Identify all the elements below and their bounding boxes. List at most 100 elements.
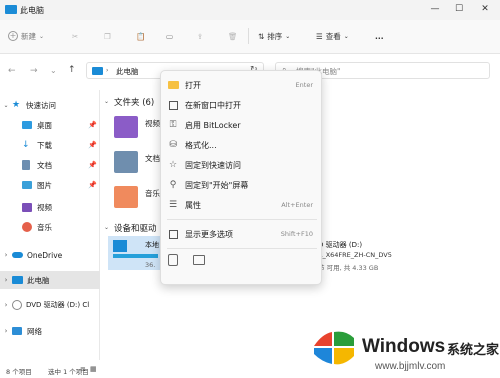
this-pc-icon	[5, 5, 17, 14]
download-icon: ↓	[22, 140, 30, 150]
expand-chevron-icon[interactable]: ›	[0, 276, 12, 284]
sidebar-item-label: 图片	[37, 180, 52, 190]
pin-icon: ⚲	[169, 180, 177, 190]
sidebar-item-label: DVD 驱动器 (D:) Cl	[26, 301, 90, 309]
maximize-icon[interactable]: ☐	[452, 3, 466, 15]
menu-item-pin-start[interactable]: ⚲ 固定到"开始"屏幕	[161, 175, 321, 195]
forward-icon[interactable]: →	[30, 66, 38, 76]
sidebar-item-network[interactable]: › 网络	[0, 322, 100, 340]
menu-item-bitlocker[interactable]: ⚿ 启用 BitLocker	[161, 115, 321, 135]
expand-chevron-icon[interactable]: ›	[0, 251, 12, 259]
sidebar-item-documents[interactable]: 文档 📌	[0, 156, 100, 174]
sidebar-item-onedrive[interactable]: › OneDrive	[0, 246, 100, 264]
tiles-view-icon[interactable]: ▦	[90, 365, 97, 373]
chevron-down-icon: ⌄	[285, 32, 291, 40]
chevron-down-icon: ⌄	[39, 32, 45, 40]
paste-icon[interactable]: 📋	[136, 30, 145, 42]
expand-chevron-icon[interactable]: ›	[0, 327, 12, 335]
devices-header[interactable]: 设备和驱动	[114, 222, 157, 234]
sidebar-item-quick-access[interactable]: ⌄ ★ 快速访问	[0, 96, 100, 114]
copy-icon[interactable]: ❐	[104, 30, 111, 42]
sidebar-item-label: 文档	[37, 160, 52, 170]
windows-drive-icon	[113, 240, 127, 252]
share-icon[interactable]: ⇪	[197, 30, 203, 42]
section-chevron-icon[interactable]: ⌄	[104, 224, 109, 231]
menu-item-properties[interactable]: ☰ 属性 Alt+Enter	[161, 195, 321, 215]
sort-label: 排序	[267, 31, 283, 41]
star-icon: ☆	[168, 160, 178, 170]
more-options-icon	[161, 229, 185, 239]
breadcrumb[interactable]: 此电脑	[116, 66, 139, 77]
cut-icon[interactable]: ✂	[72, 30, 78, 42]
folders-header[interactable]: 文件夹 (6)	[114, 96, 154, 108]
star-icon: ★	[12, 100, 21, 110]
new-button[interactable]: + 新建 ⌄	[8, 30, 44, 42]
watermark-brand: Windows	[362, 336, 446, 357]
menu-item-pin-quick-access[interactable]: ☆ 固定到快速访问	[161, 155, 321, 175]
properties-icon: ☰	[168, 200, 178, 210]
folder-open-icon	[161, 81, 185, 89]
details-view-icon[interactable]: ≡	[80, 365, 86, 373]
delete-icon[interactable]: 🗑	[228, 30, 238, 42]
folder-name[interactable]: 文档	[145, 153, 160, 164]
sort-icon: ⇅	[258, 31, 265, 41]
drive-d-free: 节 可用, 共 4.33 GB	[318, 264, 379, 272]
view-button[interactable]: ☰ 查看 ⌄	[316, 30, 349, 42]
copy-icon[interactable]	[168, 254, 178, 266]
sidebar-item-downloads[interactable]: ↓ 下载 📌	[0, 136, 100, 154]
menu-item-open-new-window[interactable]: 在新窗口中打开	[161, 95, 321, 115]
pin-icon: 📌	[88, 161, 97, 169]
context-menu: 打开 Enter 在新窗口中打开 ⚿ 启用 BitLocker ⛁ 格式化...…	[160, 70, 322, 285]
section-chevron-icon[interactable]: ⌄	[104, 98, 109, 105]
rename-icon[interactable]: ▭	[166, 30, 173, 42]
menu-item-format[interactable]: ⛁ 格式化...	[161, 135, 321, 155]
menu-divider	[167, 248, 317, 249]
documents-folder-icon[interactable]	[114, 151, 138, 173]
bitlocker-icon: ⚿	[169, 120, 177, 130]
minimize-icon[interactable]: —	[428, 3, 442, 15]
videos-icon	[22, 202, 32, 212]
pin-icon: 📌	[88, 121, 97, 129]
drive-c-usage-bar	[113, 254, 158, 258]
sidebar-item-label: 快速访问	[26, 100, 56, 110]
menu-item-show-more-options[interactable]: 显示更多选项 Shift+F10	[161, 224, 321, 244]
drive-d-name[interactable]: D 驱动器 (D:)	[318, 240, 362, 250]
sidebar-item-desktop[interactable]: 桌面 📌	[0, 116, 100, 134]
chevron-down-icon: ⌄	[343, 32, 349, 40]
sidebar-item-label: OneDrive	[27, 250, 63, 260]
music-folder-icon[interactable]	[114, 186, 138, 208]
view-icon: ☰	[316, 31, 323, 41]
view-label: 查看	[325, 31, 341, 41]
sidebar-item-music[interactable]: 音乐	[0, 218, 100, 236]
windows-logo-icon	[312, 328, 356, 368]
cloud-icon	[12, 252, 23, 258]
drive-c-name: 本地	[145, 241, 159, 249]
close-icon[interactable]: ✕	[478, 3, 492, 15]
pin-icon: 📌	[88, 141, 97, 149]
sidebar-item-label: 桌面	[37, 120, 52, 130]
folder-name[interactable]: 音乐	[145, 188, 160, 199]
folder-name[interactable]: 视频	[145, 118, 160, 129]
sort-button[interactable]: ⇅ 排序 ⌄	[258, 30, 290, 42]
videos-folder-icon[interactable]	[114, 116, 138, 138]
recent-chevron-icon[interactable]: ⌄	[50, 66, 57, 75]
sidebar-item-videos[interactable]: 视频	[0, 198, 100, 216]
watermark-cn: 系统之家	[447, 343, 500, 358]
back-icon[interactable]: ←	[8, 66, 16, 76]
toolbar-divider	[248, 28, 249, 44]
expand-chevron-icon[interactable]: ⌄	[0, 102, 12, 109]
menu-item-open[interactable]: 打开 Enter	[161, 75, 321, 95]
sidebar-item-dvd-drive[interactable]: › DVD 驱动器 (D:) Cl	[0, 296, 100, 314]
open-new-window-icon	[161, 100, 185, 110]
sidebar-item-this-pc[interactable]: › 此电脑	[0, 271, 100, 289]
pictures-icon	[22, 181, 32, 189]
drive-d-label: A_X64FRE_ZH-CN_DV5	[318, 251, 392, 259]
more-button[interactable]: ...	[375, 30, 384, 42]
pin-icon: 📌	[88, 181, 97, 189]
desktop-icon	[22, 121, 32, 129]
document-icon	[22, 160, 30, 170]
expand-chevron-icon[interactable]: ›	[0, 301, 12, 309]
up-icon[interactable]: ↑	[68, 65, 76, 75]
rename-icon[interactable]	[193, 255, 205, 265]
sidebar-item-pictures[interactable]: 图片 📌	[0, 176, 100, 194]
